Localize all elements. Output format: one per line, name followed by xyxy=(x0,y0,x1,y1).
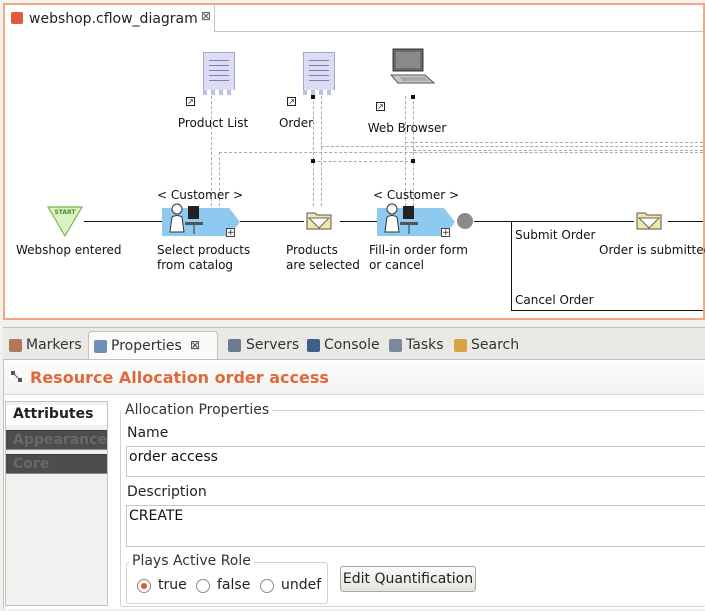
properties-icon xyxy=(94,340,107,353)
section-tab-attributes[interactable]: Attributes xyxy=(6,405,107,425)
tab-search[interactable]: Search xyxy=(450,331,524,359)
description-field[interactable]: CREATE xyxy=(126,505,705,547)
link-icon: ↗ xyxy=(186,97,195,106)
tab-label: Console xyxy=(324,337,380,353)
selection-handle[interactable] xyxy=(411,159,415,163)
task-label: Select products xyxy=(157,243,251,257)
flow-line xyxy=(668,221,703,222)
start-event-icon[interactable]: START xyxy=(46,206,84,238)
expand-icon[interactable]: + xyxy=(226,228,235,238)
console-icon xyxy=(307,339,320,352)
event-label: Order is submitted xyxy=(599,243,705,257)
properties-title: Resource Allocation order access xyxy=(30,368,329,387)
name-field[interactable]: order access xyxy=(126,446,705,477)
tab-label: Markers xyxy=(26,337,82,353)
servers-icon xyxy=(228,339,241,352)
document-icon[interactable] xyxy=(303,52,335,95)
link-icon: ↗ xyxy=(376,102,385,111)
task-label: Fill-in order form xyxy=(369,243,468,257)
event-label: are selected xyxy=(286,258,360,272)
views-tab-bar: Markers Properties ⊠ Servers Console Tas… xyxy=(3,327,705,360)
editor-tab-line xyxy=(215,31,703,32)
flow-line xyxy=(240,221,304,222)
markers-icon xyxy=(9,339,22,352)
link-icon: ↗ xyxy=(287,97,296,106)
radio-false-label: false xyxy=(217,577,251,593)
role-label: < Customer > xyxy=(372,188,460,202)
connector-node[interactable] xyxy=(457,213,473,229)
edit-quantification-button[interactable]: Edit Quantification xyxy=(340,566,476,592)
expand-icon[interactable]: + xyxy=(441,228,450,238)
radio-undef-label: undef xyxy=(281,577,322,593)
tasks-icon xyxy=(389,339,402,352)
role-group-title: Plays Active Role xyxy=(129,553,254,569)
properties-header: Resource Allocation order access xyxy=(4,361,704,395)
flow-line xyxy=(84,221,162,222)
radio-true-label: true xyxy=(158,577,187,593)
start-badge: START xyxy=(54,209,76,216)
resource-label-product-list: Product List xyxy=(177,116,249,130)
radio-undef[interactable] xyxy=(260,579,274,593)
property-section-tabs: Attributes Appearance Core xyxy=(5,401,108,606)
tab-properties[interactable]: Properties ⊠ xyxy=(88,331,218,359)
close-view-icon[interactable]: ⊠ xyxy=(190,338,200,352)
close-tab-icon[interactable]: ⊠ xyxy=(201,9,211,23)
task-label: from catalog xyxy=(157,258,234,272)
resource-link xyxy=(321,146,703,147)
search-icon xyxy=(454,339,467,352)
tab-markers[interactable]: Markers xyxy=(5,331,87,359)
resource-label-order: Order xyxy=(278,116,314,130)
branch-line xyxy=(511,221,512,311)
section-tab-core[interactable]: Core xyxy=(6,454,107,474)
resource-link xyxy=(321,96,322,206)
resource-label-web-browser: Web Browser xyxy=(367,121,447,135)
resource-link xyxy=(219,152,703,153)
editor-tab-title: webshop.cflow_diagram xyxy=(29,11,198,27)
tab-servers[interactable]: Servers xyxy=(224,331,300,359)
flow-line xyxy=(474,221,512,222)
branch-label-cancel: Cancel Order xyxy=(515,293,594,307)
description-value: CREATE xyxy=(129,508,184,524)
tab-label: Tasks xyxy=(406,337,444,353)
radio-true[interactable] xyxy=(137,579,151,593)
cflow-file-icon xyxy=(11,12,23,24)
tab-tasks[interactable]: Tasks xyxy=(385,331,449,359)
resource-link xyxy=(313,96,314,206)
resource-allocation-icon xyxy=(10,370,24,384)
start-label: Webshop entered xyxy=(16,243,122,257)
name-label: Name xyxy=(127,425,169,441)
flow-line xyxy=(340,221,378,222)
resource-link xyxy=(413,150,703,151)
folder-event-icon[interactable] xyxy=(306,210,332,230)
tab-label: Servers xyxy=(246,337,300,353)
folder-event-icon[interactable] xyxy=(636,210,662,230)
editor-tab[interactable]: webshop.cflow_diagram ⊠ xyxy=(5,5,215,32)
resource-link xyxy=(313,161,413,162)
resource-link xyxy=(405,142,703,143)
event-label: Products xyxy=(286,243,338,257)
name-value: order access xyxy=(129,449,218,465)
selection-handle[interactable] xyxy=(411,95,415,99)
section-tab-appearance[interactable]: Appearance xyxy=(6,430,107,450)
task-label: or cancel xyxy=(369,258,424,272)
role-label: < Customer > xyxy=(156,188,244,202)
computer-icon[interactable] xyxy=(388,47,436,89)
user-at-computer-icon xyxy=(383,202,423,238)
group-title: Allocation Properties xyxy=(122,402,273,418)
branch-line xyxy=(511,310,703,311)
tab-console[interactable]: Console xyxy=(303,331,383,359)
selection-handle[interactable] xyxy=(311,95,315,99)
selection-handle[interactable] xyxy=(311,159,315,163)
description-label: Description xyxy=(127,484,207,500)
radio-false[interactable] xyxy=(196,579,210,593)
user-at-computer-icon xyxy=(168,202,208,238)
tab-label: Properties xyxy=(111,338,182,354)
tab-label: Search xyxy=(471,337,520,353)
branch-label-submit: Submit Order xyxy=(515,228,596,242)
flow-line xyxy=(512,221,634,222)
document-icon[interactable] xyxy=(203,52,235,95)
